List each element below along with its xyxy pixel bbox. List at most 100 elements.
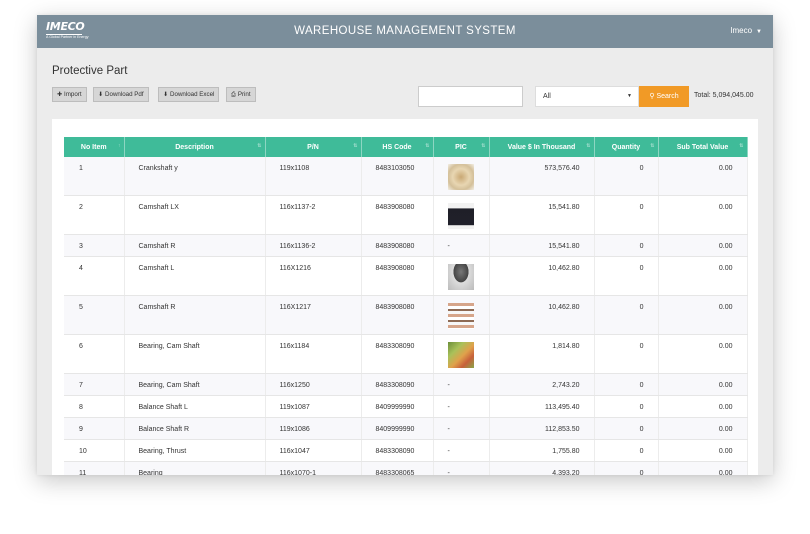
- print-label: Print: [237, 91, 251, 98]
- cell-no: 10: [64, 439, 125, 462]
- part-thumbnail-image[interactable]: [447, 342, 474, 368]
- table-row[interactable]: 2 Camshaft LX 116x1137-2 8483908080 15,541.8…: [64, 195, 748, 235]
- cell-no: 1: [64, 157, 125, 196]
- part-thumbnail-image[interactable]: [447, 203, 474, 229]
- cell-qty: 0: [594, 373, 659, 396]
- download-pdf-button[interactable]: ⬇ Download Pdf: [93, 87, 149, 102]
- pic-cell: [433, 195, 490, 235]
- cell-sub: 0.00: [658, 395, 748, 418]
- download-icon: ⬇: [163, 92, 169, 98]
- search-icon: ⚲: [649, 93, 655, 100]
- table-row[interactable]: 10 Bearing, Thrust 116x1047 8483308090-1,75…: [64, 439, 748, 462]
- table-row[interactable]: 1 Crankshaft y 119x1108 8483103050 573,576.4…: [64, 157, 748, 196]
- cell-no: 3: [64, 234, 125, 257]
- search-button[interactable]: ⚲ Search: [639, 86, 689, 107]
- cell-pic: -: [433, 395, 490, 418]
- part-thumbnail-image[interactable]: [447, 303, 474, 329]
- cell-pn: 116x1136-2: [265, 234, 362, 257]
- user-menu[interactable]: Imeco ▼: [730, 15, 762, 48]
- pic-cell: [433, 256, 490, 296]
- search-button-label: Search: [656, 93, 679, 100]
- cell-val: 15,541.80: [489, 234, 595, 257]
- cell-val: 1,755.80: [489, 439, 595, 462]
- user-name: Imeco: [730, 26, 753, 35]
- table-row[interactable]: 5 Camshaft R 116X1217 8483908080 10,462.80 0 0…: [64, 295, 748, 335]
- cell-desc: Camshaft LX: [124, 195, 266, 235]
- cell-pic: -: [433, 234, 490, 257]
- cell-sub: 0.00: [658, 195, 748, 235]
- cell-hs: 8483103050: [361, 157, 434, 196]
- cell-desc: Crankshaft y: [124, 157, 266, 196]
- cell-qty: 0: [594, 461, 659, 475]
- cell-desc: Bearing, Cam Shaft: [124, 373, 266, 396]
- column-header-label: Description: [175, 143, 214, 151]
- cell-pic: -: [433, 417, 490, 440]
- col-pic-header[interactable]: PIC ⇅: [433, 137, 490, 157]
- cell-hs: 8483308090: [361, 439, 434, 462]
- part-thumbnail-image[interactable]: [447, 264, 474, 290]
- cell-pn: 119x1086: [265, 417, 362, 440]
- part-thumbnail-image[interactable]: [447, 164, 474, 190]
- total-value: Total: 5,094,045.00: [694, 92, 754, 99]
- download-excel-button[interactable]: ⬇ Download Excel: [158, 87, 220, 102]
- sort-icon: ⇅: [353, 143, 358, 149]
- cell-hs: 8409999990: [361, 417, 434, 440]
- print-button[interactable]: ⎙ Print: [226, 87, 256, 102]
- cell-sub: 0.00: [658, 256, 748, 296]
- cell-pn: 116x1047: [265, 439, 362, 462]
- column-header-label: No Item: [80, 143, 107, 151]
- col-description-header[interactable]: Description ⇅: [124, 137, 266, 157]
- cell-hs: 8483908080: [361, 234, 434, 257]
- table-row[interactable]: 3 Camshaft R 116x1136-2 8483908080-15,541.8…: [64, 234, 748, 257]
- cell-pn: 119x1087: [265, 395, 362, 418]
- cell-qty: 0: [594, 334, 659, 374]
- cell-desc: Camshaft L: [124, 256, 266, 296]
- download-icon: ⬇: [98, 92, 104, 98]
- column-header-label: Value $ In Thousand: [507, 143, 576, 151]
- col-hs-code-header[interactable]: HS Code ⇅: [361, 137, 434, 157]
- table-row[interactable]: 8 Balance Shaft L 119x1087 8409999990-113,4…: [64, 395, 748, 418]
- table-row[interactable]: 4 Camshaft L 116X1216 8483908080 10,462.80 0 0…: [64, 256, 748, 296]
- col-value-header[interactable]: Value $ In Thousand ⇅: [489, 137, 595, 157]
- col-quantity-header[interactable]: Quantity ⇅: [594, 137, 659, 157]
- import-button[interactable]: ✚ Import: [52, 87, 87, 102]
- filter-select[interactable]: All ▼: [535, 86, 639, 107]
- cell-no: 8: [64, 395, 125, 418]
- cell-hs: 8409999990: [361, 395, 434, 418]
- caret-down-icon: ▼: [627, 93, 632, 99]
- cell-no: 2: [64, 195, 125, 235]
- cell-qty: 0: [594, 256, 659, 296]
- cell-val: 10,462.80: [489, 256, 595, 296]
- cell-hs: 8483908080: [361, 195, 434, 235]
- import-label: Import: [64, 91, 82, 98]
- cell-hs: 8483308065: [361, 461, 434, 475]
- table-row[interactable]: 11 Bearing 116x1070-1 8483308065-4,393.20 0 0…: [64, 461, 748, 475]
- col-no-item-header[interactable]: No Item ↑: [64, 137, 125, 157]
- search-input[interactable]: [418, 86, 523, 107]
- sort-icon: ⇅: [257, 143, 262, 149]
- cell-qty: 0: [594, 157, 659, 196]
- cell-pn: 116X1216: [265, 256, 362, 296]
- column-header-label: Quantity: [611, 143, 641, 151]
- cell-qty: 0: [594, 295, 659, 335]
- print-icon: ⎙: [231, 92, 236, 98]
- table-row[interactable]: 6 Bearing, Cam Shaft 116x1184 8483308090 1,8…: [64, 334, 748, 374]
- table-row[interactable]: 7 Bearing, Cam Shaft 116x1250 8483308090-2,…: [64, 373, 748, 396]
- cell-pic: -: [433, 373, 490, 396]
- download-pdf-label: Download Pdf: [105, 91, 144, 98]
- cell-sub: 0.00: [658, 461, 748, 475]
- cell-hs: 8483908080: [361, 256, 434, 296]
- cell-val: 112,853.50: [489, 417, 595, 440]
- table-row[interactable]: 9 Balance Shaft R 119x1086 8409999990-112,8…: [64, 417, 748, 440]
- col-pn-header[interactable]: P/N ⇅: [265, 137, 362, 157]
- cell-hs: 8483308090: [361, 373, 434, 396]
- cell-qty: 0: [594, 234, 659, 257]
- pic-cell: [433, 295, 490, 335]
- sort-icon: ⇅: [425, 143, 430, 149]
- col-subtotal-header[interactable]: Sub Total Value ⇅: [658, 137, 748, 157]
- cell-no: 7: [64, 373, 125, 396]
- cell-pn: 116x1250: [265, 373, 362, 396]
- column-header-label: HS Code: [382, 143, 412, 151]
- cell-no: 6: [64, 334, 125, 374]
- sort-icon: ⇅: [586, 143, 591, 149]
